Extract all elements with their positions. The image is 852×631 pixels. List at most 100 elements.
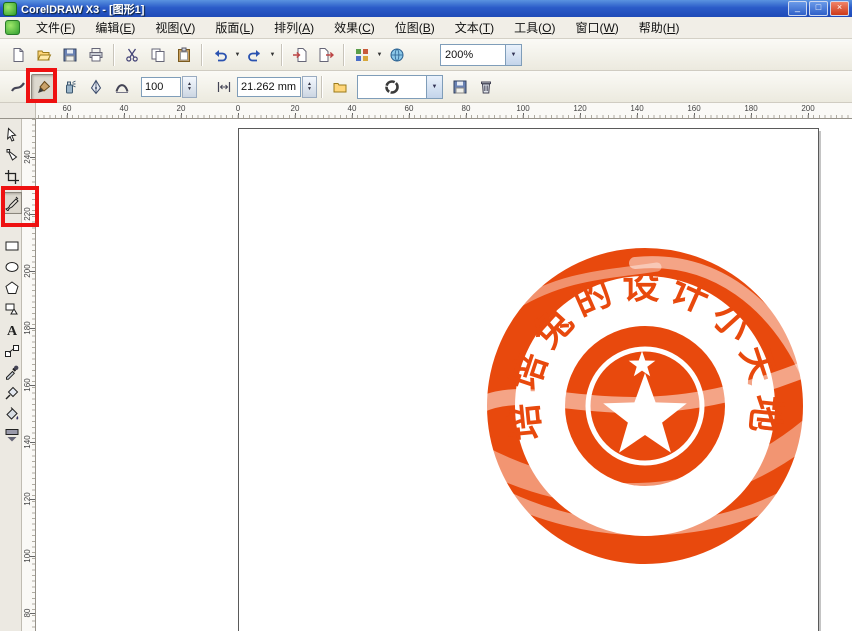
browse-button[interactable] [327,74,353,100]
save-button[interactable] [57,42,83,68]
paste-icon [176,47,192,63]
menu-arrange[interactable]: 排列(A) [264,16,324,39]
menu-help[interactable]: 帮助(H) [629,16,690,39]
h-ruler-tick [352,113,353,118]
menu-window[interactable]: 窗口(W) [565,16,628,39]
menu-view[interactable]: 视图(V) [145,16,205,39]
interactive-fill-icon [4,427,20,443]
stamp-artwork[interactable]: 培培兔的设计小天地 [485,245,805,565]
width-icon [216,79,232,95]
menu-bitmaps[interactable]: 位图(B) [385,16,445,39]
fill-tool[interactable] [1,403,22,425]
highlight-artistic-media-tool [1,186,39,227]
outline-tool[interactable] [1,382,22,404]
stroke-list-arrow-icon[interactable]: ▼ [426,76,442,98]
freehand-smoothing-spinner[interactable]: ▲▼ [182,76,197,98]
interactive-blend-tool[interactable] [1,340,22,362]
stroke-width-field[interactable]: 21.262 mm [237,77,301,97]
drawing-canvas[interactable]: 培培兔的设计小天地 [36,119,852,631]
undo-button[interactable] [207,42,233,68]
highlight-brush-mode [26,68,57,103]
freehand-smoothing-field[interactable]: 100 [141,77,181,97]
menu-file[interactable]: 文件(F) [26,16,85,39]
shape-icon [4,148,20,164]
toolbar-separator [201,44,203,66]
freehand-smoothing-value: 100 [145,81,163,93]
menu-edit[interactable]: 编辑(E) [85,16,145,39]
basic-shapes-tool[interactable] [1,298,22,320]
ruler-corner [0,103,36,119]
h-ruler-label: 60 [63,104,72,113]
stroke-width-value: 21.262 mm [241,81,296,93]
menu-effects[interactable]: 效果(C) [324,16,385,39]
rectangle-icon [4,238,20,254]
h-ruler-tick [637,113,638,118]
text-tool[interactable]: A [1,319,22,341]
application-launcher-button[interactable] [349,42,375,68]
cut-icon [124,47,140,63]
stroke-width-spinner[interactable]: ▲▼ [302,76,317,98]
blend-icon [4,343,20,359]
redo-button[interactable] [242,42,268,68]
corel-online-button[interactable] [384,42,410,68]
application-launcher-dropdown-arrow-icon[interactable]: ▼ [375,52,384,58]
horizontal-ruler[interactable]: 604020020406080100120140160180200 [36,103,852,119]
redo-dropdown-arrow-icon[interactable]: ▼ [268,52,277,58]
pressure-mode-button[interactable] [109,74,135,100]
save-stroke-button[interactable] [447,74,473,100]
polygon-tool[interactable] [1,277,22,299]
minimize-button[interactable]: _ [788,1,807,16]
paste-button[interactable] [171,42,197,68]
crop-tool[interactable] [1,166,22,188]
h-ruler-tick [466,113,467,118]
h-ruler-label: 100 [516,104,529,113]
window-title: CorelDRAW X3 - [图形1] [21,1,144,17]
export-button[interactable] [313,42,339,68]
maximize-button[interactable]: □ [809,1,828,16]
stroke-list-combo[interactable]: ▼ [357,75,443,99]
v-ruler-tick [30,385,35,386]
v-ruler-tick [30,328,35,329]
zoom-dropdown-arrow-icon[interactable]: ▼ [505,45,521,65]
h-ruler-label: 20 [291,104,300,113]
h-ruler-label: 60 [405,104,414,113]
undo-icon [212,47,228,63]
pick-icon [4,127,20,143]
close-button[interactable]: × [830,1,849,16]
import-button[interactable] [287,42,313,68]
menu-text[interactable]: 文本(T) [445,16,504,39]
sprayer-mode-button[interactable] [57,74,83,100]
ellipse-tool[interactable] [1,256,22,278]
redo-icon [247,47,263,63]
h-ruler-tick [808,113,809,118]
undo-dropdown-arrow-icon[interactable]: ▼ [233,52,242,58]
delete-stroke-button[interactable] [473,74,499,100]
toolbar-separator [321,76,323,98]
pick-tool[interactable] [1,124,22,146]
toolbar-separator [113,44,115,66]
zoom-level-value: 200% [441,49,505,61]
open-button[interactable] [31,42,57,68]
rectangle-tool[interactable] [1,235,22,257]
cut-button[interactable] [119,42,145,68]
copy-button[interactable] [145,42,171,68]
v-ruler-tick [30,613,35,614]
v-ruler-tick [30,442,35,443]
h-ruler-label: 200 [801,104,814,113]
zoom-level-combo[interactable]: 200% ▼ [440,44,522,66]
calligraphic-mode-button[interactable] [83,74,109,100]
h-ruler-label: 40 [120,104,129,113]
menu-layout[interactable]: 版面(L) [205,16,264,39]
h-ruler-tick [751,113,752,118]
v-ruler-label: 100 [23,546,33,566]
interactive-fill-tool[interactable] [1,424,22,446]
menu-tools[interactable]: 工具(O) [504,16,565,39]
eyedropper-icon [4,364,20,380]
shape-tool[interactable] [1,145,22,167]
svg-text:A: A [6,324,17,338]
new-button[interactable] [5,42,31,68]
pressure-icon [114,79,130,95]
eyedropper-tool[interactable] [1,361,22,383]
print-button[interactable] [83,42,109,68]
h-ruler-tick [409,113,410,118]
